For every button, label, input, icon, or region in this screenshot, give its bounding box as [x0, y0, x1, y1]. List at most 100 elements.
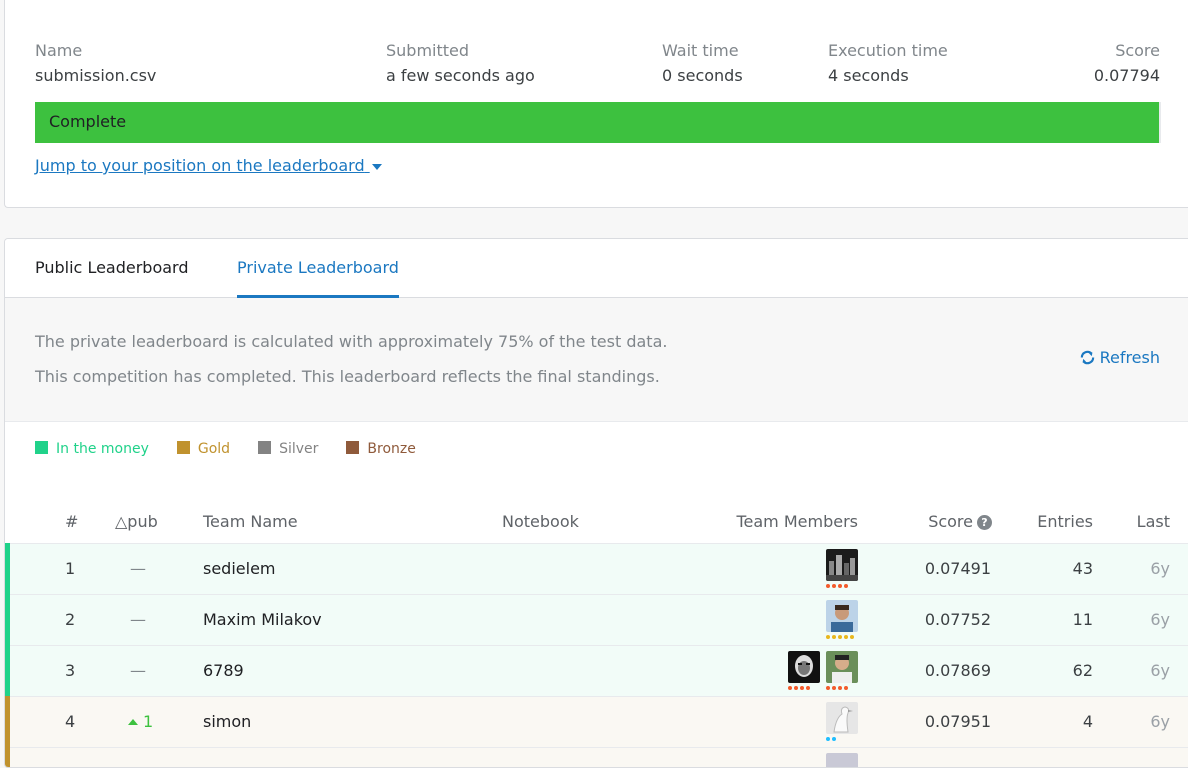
tier-dot: [806, 686, 810, 690]
arrow-up-icon: [128, 719, 138, 725]
medal-marker: [5, 747, 10, 767]
leaderboard-info-panel: The private leaderboard is calculated wi…: [5, 298, 1188, 422]
row-last: 6y: [1150, 661, 1170, 680]
tier-dot: [832, 584, 836, 588]
tier-dots: [788, 686, 820, 690]
tier-dot: [832, 686, 836, 690]
wait-time-value: 0 seconds: [662, 66, 743, 85]
tab-public-leaderboard[interactable]: Public Leaderboard: [35, 258, 189, 298]
avatar[interactable]: [826, 651, 858, 693]
execution-time-label: Execution time: [828, 41, 948, 60]
team-members: [788, 651, 858, 693]
row-last: 6y: [1150, 559, 1170, 578]
avatar[interactable]: [826, 702, 858, 744]
table-row[interactable]: 2 — Maxim Milakov 0.07752 11 6y: [5, 594, 1188, 645]
tier-dot: [788, 686, 792, 690]
row-score: 0.07951: [924, 712, 991, 731]
submission-name-label: Name: [35, 41, 83, 60]
legend-item: Bronze: [346, 439, 416, 459]
legend-item: Gold: [176, 439, 231, 459]
avatar[interactable]: [788, 651, 820, 693]
col-score[interactable]: Score?: [928, 512, 992, 531]
leaderboard-card: Public Leaderboard Private Leaderboard T…: [4, 238, 1188, 768]
leaderboard-rows: 1— sedielem 0.07491 43 6y 2— Maxim Milakov 0.07…: [5, 543, 1188, 767]
avatar[interactable]: [826, 753, 858, 767]
submission-score-col: Score 0.07794: [1094, 41, 1160, 86]
row-delta: —: [130, 559, 146, 578]
leaderboard-header: # △pub Team Name Notebook Team Members S…: [5, 509, 1188, 543]
table-row[interactable]: 1 — sedielem 0.07491 43 6y: [5, 543, 1188, 594]
col-team-name: Team Name: [203, 512, 298, 531]
row-team-name[interactable]: simon: [203, 712, 251, 731]
jump-link-text: Jump to your position on the leaderboard: [35, 156, 365, 175]
tier-dots: [826, 635, 858, 639]
help-icon[interactable]: ?: [977, 515, 992, 530]
progress-fill: [35, 102, 1159, 143]
col-entries: Entries: [1037, 512, 1093, 531]
submitted-value: a few seconds ago: [386, 66, 535, 85]
submission-progress-bar: Complete: [35, 102, 1161, 143]
table-row[interactable]: [5, 747, 1188, 767]
legend-label: Silver: [279, 441, 319, 457]
tier-dot: [832, 737, 836, 741]
row-team-name[interactable]: 6789: [203, 661, 244, 680]
tier-dot: [844, 635, 848, 639]
submission-card: Name submission.csv Submitted a few seco…: [4, 0, 1188, 208]
info-line-2: This competition has completed. This lea…: [35, 367, 660, 386]
table-row[interactable]: 4 1 simon 0.07951 4 6y: [5, 696, 1188, 747]
submission-name-value: submission.csv: [35, 66, 157, 85]
tier-dots: [826, 584, 858, 588]
tier-dot: [838, 584, 842, 588]
avatar[interactable]: [826, 549, 858, 591]
row-score: 0.07752: [924, 610, 991, 629]
col-team-members: Team Members: [736, 512, 858, 531]
submission-score-label: Score: [1115, 41, 1160, 60]
refresh-button[interactable]: Refresh: [1079, 348, 1160, 367]
dark-city-avatar: [826, 549, 858, 581]
row-team-name[interactable]: Maxim Milakov: [203, 610, 322, 629]
team-members: [826, 549, 858, 591]
medal-legend: In the money Gold Silver Bronze: [35, 438, 444, 458]
tier-dots: [826, 737, 858, 741]
avatar[interactable]: [826, 600, 858, 642]
table-row[interactable]: 3 — 6789 0.07869 62 6y: [5, 645, 1188, 696]
jump-to-position-link[interactable]: Jump to your position on the leaderboard: [35, 156, 382, 175]
tier-dot: [794, 686, 798, 690]
legend-label: Gold: [197, 441, 231, 457]
legend-item: In the money: [35, 439, 149, 459]
execution-time-value: 4 seconds: [828, 66, 909, 85]
row-delta-value: 1: [143, 712, 154, 731]
row-last: 6y: [1150, 610, 1170, 629]
row-rank: 2: [65, 610, 76, 629]
legend-swatch: [176, 441, 190, 454]
row-rank: 1: [65, 559, 76, 578]
team-members: [826, 702, 858, 744]
refresh-label: Refresh: [1099, 348, 1160, 367]
row-delta: —: [130, 610, 146, 629]
outdoor-man-avatar: [826, 651, 858, 683]
submitted-label: Submitted: [386, 41, 470, 60]
submission-exec-col: Execution time 4 seconds: [828, 41, 948, 86]
submission-score-value: 0.07794: [1093, 66, 1160, 85]
row-team-name[interactable]: sedielem: [203, 559, 276, 578]
tier-dot: [844, 686, 848, 690]
tier-dot: [850, 635, 854, 639]
col-score-label: Score: [928, 512, 973, 531]
medal-marker: [5, 696, 10, 747]
tab-private-leaderboard[interactable]: Private Leaderboard: [237, 258, 399, 298]
tier-dot: [826, 737, 830, 741]
info-line-1: The private leaderboard is calculated wi…: [35, 332, 668, 351]
row-score: 0.07491: [924, 559, 991, 578]
legend-swatch: [258, 441, 272, 454]
legend-swatch: [346, 441, 360, 454]
col-notebook: Notebook: [502, 512, 579, 531]
progress-status: Complete: [49, 112, 127, 131]
team-members: [826, 600, 858, 642]
team-members: [826, 753, 858, 767]
submission-submitted-col: Submitted a few seconds ago: [386, 41, 535, 86]
tier-dot: [826, 686, 830, 690]
medal-marker: [5, 594, 10, 645]
row-entries: 4: [1082, 712, 1093, 731]
refresh-icon: [1080, 350, 1094, 365]
col-delta-pub: △pub: [115, 512, 158, 531]
